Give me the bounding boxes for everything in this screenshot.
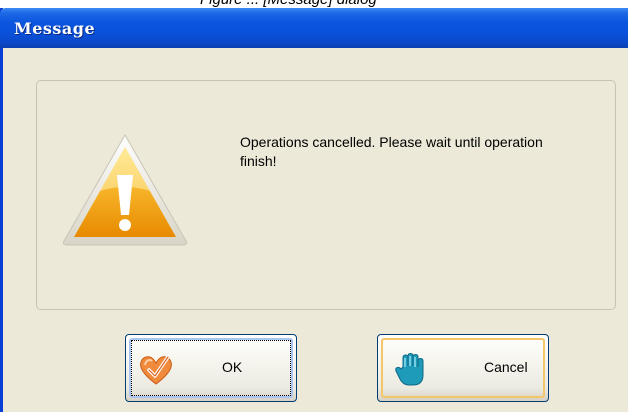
ok-button[interactable]: OK xyxy=(125,334,297,402)
hand-stop-icon xyxy=(395,353,424,386)
warning-icon xyxy=(62,133,188,246)
header-caption: Figure ... [Message] dialog xyxy=(0,0,628,8)
cancel-button-label: Cancel xyxy=(484,359,528,375)
heart-check-icon xyxy=(140,355,172,385)
dialog-title: Message xyxy=(14,19,96,38)
message-dialog: Message Operations cancelled. Please wai… xyxy=(0,8,628,412)
message-text: Operations cancelled. Please wait until … xyxy=(240,134,543,169)
title-bar[interactable]: Message xyxy=(0,8,628,48)
message-panel: Operations cancelled. Please wait until … xyxy=(36,80,616,310)
cancel-button[interactable]: Cancel xyxy=(377,334,549,402)
header-caption-text: Figure ... [Message] dialog xyxy=(200,0,377,8)
ok-button-label: OK xyxy=(222,359,243,375)
